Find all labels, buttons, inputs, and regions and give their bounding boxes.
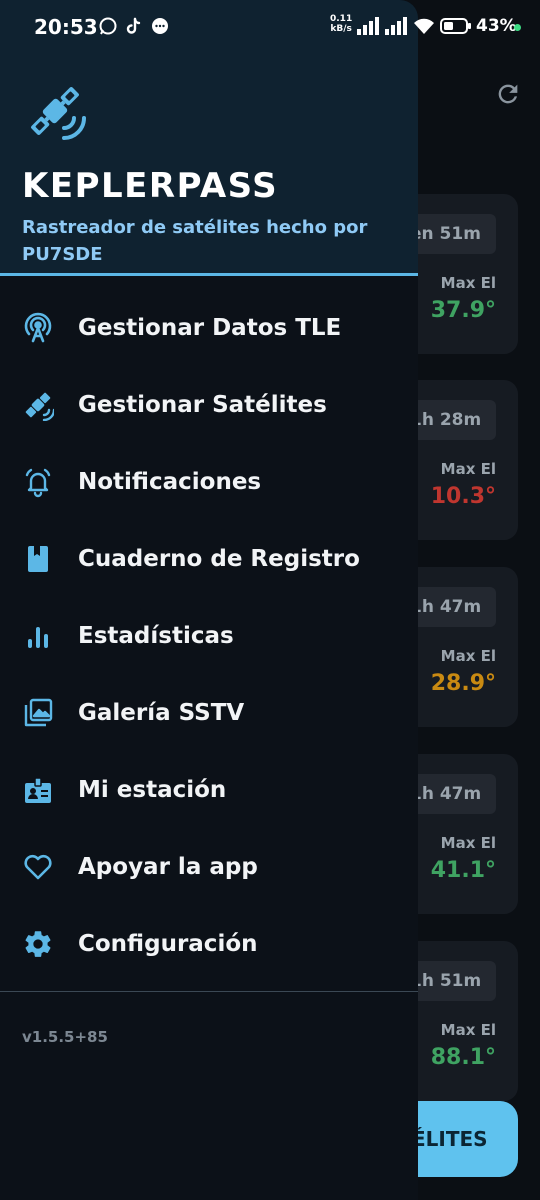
satellite-icon — [31, 87, 86, 140]
divider — [0, 991, 418, 992]
menu-item-my-station[interactable]: Mi estación — [0, 751, 418, 828]
status-bar: 20:53 0.11 kB/s 43% — [0, 0, 540, 56]
status-time: 20:53 — [34, 15, 98, 39]
net-speed-unit: kB/s — [330, 24, 352, 34]
max-el-label: Max El — [440, 460, 496, 478]
gear-icon — [22, 928, 54, 960]
menu-item-label: Notificaciones — [78, 468, 262, 495]
app-subtitle: Rastreador de satélites hecho por PU7SDE — [22, 217, 368, 265]
chat-icon — [150, 16, 170, 36]
tiktok-icon — [124, 16, 144, 36]
version-label: v1.5.5+85 — [22, 1028, 108, 1046]
signal-icon — [385, 17, 407, 35]
heart-icon — [22, 851, 54, 883]
menu-item-settings[interactable]: Configuración — [0, 905, 418, 982]
net-speed: 0.11 kB/s — [330, 14, 352, 34]
bar-chart-icon — [22, 620, 54, 652]
bell-icon — [22, 466, 54, 498]
max-el-label: Max El — [440, 274, 496, 292]
menu-item-tle-data[interactable]: Gestionar Datos TLE — [0, 289, 418, 366]
max-el-value: 41.1° — [430, 858, 496, 883]
max-el-value: 10.3° — [430, 484, 496, 509]
drawer-menu: Gestionar Datos TLE Gestionar Satélites — [0, 289, 418, 982]
badge-icon — [22, 774, 54, 806]
menu-item-support-app[interactable]: Apoyar la app — [0, 828, 418, 905]
max-el-value: 28.9° — [430, 671, 496, 696]
navigation-drawer: KEPLERPASS Rastreador de satélites hecho… — [0, 0, 418, 1200]
menu-item-sstv-gallery[interactable]: Galería SSTV — [0, 674, 418, 751]
app-title: KEPLERPASS — [22, 166, 279, 206]
max-el-label: Max El — [440, 834, 496, 852]
satellite-icon — [22, 389, 54, 421]
net-speed-value: 0.11 — [330, 14, 353, 24]
signal-icon — [357, 17, 379, 35]
wifi-icon — [414, 18, 434, 34]
max-el-label: Max El — [440, 1021, 496, 1039]
battery-percent: 43% — [476, 16, 517, 36]
max-el-value: 88.1° — [430, 1045, 496, 1070]
antenna-icon — [22, 312, 54, 344]
menu-item-notifications[interactable]: Notificaciones — [0, 443, 418, 520]
menu-item-label: Apoyar la app — [78, 853, 258, 880]
max-el-label: Max El — [440, 647, 496, 665]
menu-item-statistics[interactable]: Estadísticas — [0, 597, 418, 674]
menu-item-label: Cuaderno de Registro — [78, 545, 360, 572]
menu-item-label: Galería SSTV — [78, 699, 245, 726]
whatsapp-icon — [98, 16, 118, 36]
menu-item-label: Estadísticas — [78, 622, 234, 649]
menu-item-label: Configuración — [78, 930, 258, 957]
gallery-icon — [22, 697, 54, 729]
battery-icon — [440, 18, 471, 34]
max-el-value: 37.9° — [430, 298, 496, 323]
book-icon — [22, 543, 54, 575]
menu-item-label: Mi estación — [78, 776, 227, 803]
menu-item-label: Gestionar Satélites — [78, 391, 327, 418]
menu-item-satellites[interactable]: Gestionar Satélites — [0, 366, 418, 443]
menu-item-label: Gestionar Datos TLE — [78, 314, 342, 341]
privacy-dot — [514, 24, 521, 31]
menu-item-logbook[interactable]: Cuaderno de Registro — [0, 520, 418, 597]
refresh-icon[interactable] — [494, 80, 522, 108]
